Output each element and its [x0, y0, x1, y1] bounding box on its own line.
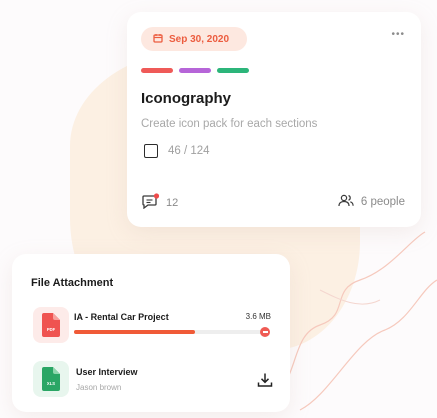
checklist-progress: 46 / 124 — [144, 144, 210, 158]
label-tag-purple[interactable] — [179, 68, 211, 73]
comment-icon — [142, 193, 160, 212]
calendar-icon — [153, 33, 163, 46]
xls-file-icon[interactable]: XLS — [33, 361, 69, 397]
upload-progress-bar — [74, 330, 269, 334]
people-count: 6 people — [360, 196, 405, 208]
date-text: Sep 30, 2020 — [169, 33, 230, 45]
upload-progress-fill — [74, 330, 195, 334]
file-author: Jason brown — [76, 383, 122, 392]
attachment-title: File Attachment — [31, 277, 114, 289]
label-tag-green[interactable] — [217, 68, 249, 73]
checklist-count: 46 / 124 — [168, 145, 210, 157]
people-icon — [338, 194, 354, 210]
download-icon[interactable] — [257, 372, 273, 393]
file-name[interactable]: User Interview — [76, 367, 138, 377]
file-name[interactable]: IA - Rental Car Project — [74, 312, 169, 322]
task-title: Iconography — [141, 90, 232, 107]
label-tag-red[interactable] — [141, 68, 173, 73]
comments-indicator[interactable]: 12 — [142, 193, 178, 212]
file-size: 3.6 MB — [245, 312, 271, 321]
task-card[interactable]: Sep 30, 2020 ••• Iconography Create icon… — [127, 12, 421, 227]
file-attachment-card: File Attachment PDF IA - Rental Car Proj… — [12, 254, 290, 412]
checklist-checkbox[interactable] — [144, 144, 158, 158]
label-tags — [141, 68, 249, 73]
pdf-file-icon[interactable]: PDF — [33, 307, 69, 343]
more-options-button[interactable]: ••• — [391, 29, 405, 40]
cancel-upload-button[interactable] — [260, 327, 270, 337]
date-badge: Sep 30, 2020 — [141, 27, 247, 51]
task-description: Create icon pack for each sections — [141, 118, 318, 130]
comment-count: 12 — [166, 196, 179, 209]
xls-file-type-label: XLS — [47, 381, 55, 386]
pdf-file-type-label: PDF — [47, 327, 56, 332]
people-indicator[interactable]: 6 people — [338, 194, 405, 210]
